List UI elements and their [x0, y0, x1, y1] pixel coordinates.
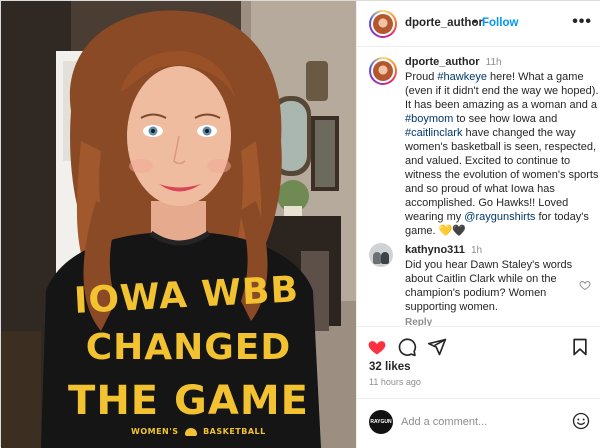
- shirt-footer-right: BASKETBALL: [203, 427, 266, 436]
- add-comment-bar: RAYGUN: [357, 398, 600, 448]
- caption-username[interactable]: dporte_author: [405, 56, 480, 68]
- bookmark-icon[interactable]: [570, 337, 590, 357]
- post-photo: IOWA WBB CHANGED THE GAME WOMEN'S BASKET…: [1, 1, 356, 448]
- commenter-avatar[interactable]: [369, 243, 393, 267]
- header-separator: •: [473, 16, 477, 28]
- caption-tag-link[interactable]: #hawkeye: [437, 71, 487, 83]
- shirt-footer-left: WOMEN'S: [131, 427, 179, 436]
- reply-button[interactable]: Reply: [405, 317, 432, 326]
- more-icon[interactable]: •••: [572, 13, 592, 31]
- viewer-avatar: RAYGUN: [369, 410, 393, 434]
- comment-icon[interactable]: [397, 337, 417, 357]
- caption-body: dporte_author 11h Proud #hawkeye here! W…: [405, 55, 600, 238]
- post-time-ago: 11 hours ago: [369, 377, 421, 387]
- post-side-panel: dporte_author • Follow ••• dporte_author…: [356, 1, 600, 448]
- hawkeye-logo-icon: [184, 427, 197, 436]
- shirt-footer: WOMEN'S BASKETBALL: [131, 427, 266, 436]
- caption-text-segment: to see how Iowa and: [453, 113, 558, 125]
- comments-list[interactable]: dporte_author 11h Proud #hawkeye here! W…: [357, 47, 600, 326]
- caption-tag-link[interactable]: @raygunshirts: [464, 211, 535, 223]
- share-icon[interactable]: [427, 337, 447, 357]
- caption-text-segment: have changed the way women's basketball …: [405, 127, 599, 223]
- add-comment-input[interactable]: [401, 412, 561, 432]
- comment-text: Did you hear Dawn Staley's words about C…: [405, 259, 573, 313]
- comment-time: 1h: [470, 245, 483, 256]
- author-avatar[interactable]: [369, 10, 397, 38]
- caption-avatar[interactable]: [369, 57, 397, 85]
- comment-like-heart-icon[interactable]: [579, 279, 591, 291]
- action-bar: [357, 326, 600, 366]
- caption-tag-link[interactable]: #boymom: [405, 113, 453, 125]
- shirt-line-2: CHANGED: [85, 327, 292, 368]
- heart-icon[interactable]: [367, 337, 387, 357]
- shirt-line-3: THE GAME: [68, 378, 309, 424]
- caption-time: 11h: [485, 57, 502, 68]
- caption-text: Proud #hawkeye here! What a game (even i…: [405, 70, 600, 238]
- caption-text-segment: Proud: [405, 71, 438, 83]
- likes-count[interactable]: 32 likes: [369, 361, 411, 373]
- follow-button[interactable]: Follow: [482, 17, 518, 29]
- post-header: dporte_author • Follow •••: [357, 1, 600, 47]
- instagram-post-modal: IOWA WBB CHANGED THE GAME WOMEN'S BASKET…: [0, 0, 600, 448]
- comment-body: kathyno311 1h Did you hear Dawn Staley's…: [405, 243, 580, 314]
- commenter-username[interactable]: kathyno311: [405, 244, 465, 256]
- emoji-icon[interactable]: [572, 412, 590, 430]
- author-username[interactable]: dporte_author: [405, 17, 483, 29]
- caption-tag-link[interactable]: #caitlinclark: [405, 127, 462, 139]
